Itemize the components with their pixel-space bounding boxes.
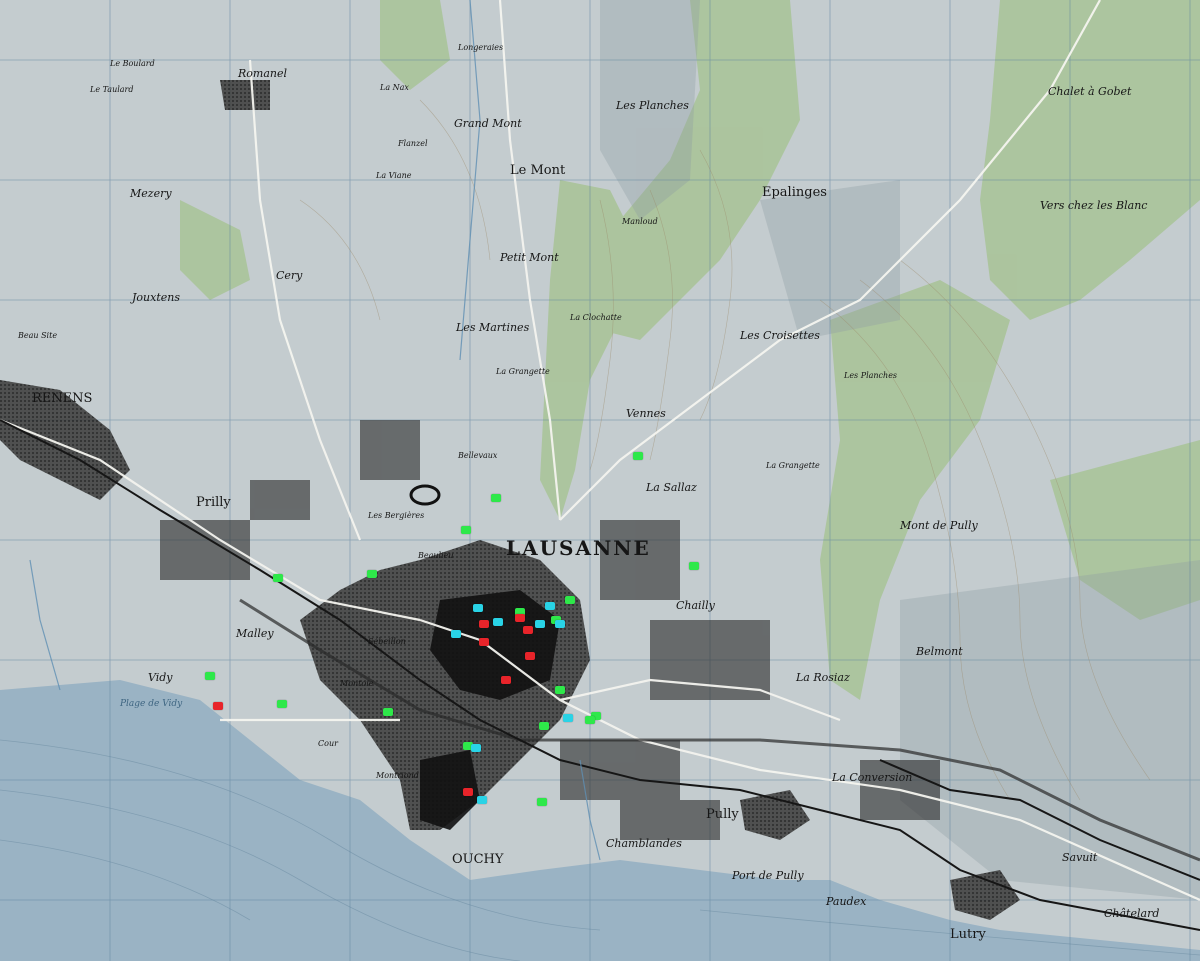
place-label-sebeillon: Sébeillon bbox=[368, 637, 406, 646]
place-label-renens: RENENS bbox=[32, 391, 93, 406]
place-label-longeraies: Longeraies bbox=[458, 43, 504, 52]
place-label-lutry: Lutry bbox=[950, 927, 986, 942]
place-label-les-martines: Les Martines bbox=[456, 321, 530, 334]
place-label-vennes: Vennes bbox=[626, 407, 666, 420]
map-marker[interactable] bbox=[537, 798, 547, 806]
map-marker[interactable] bbox=[493, 618, 503, 626]
place-label-plage-de-vidy: Plage de Vidy bbox=[120, 699, 183, 709]
place-label-port-de-pully: Port de Pully bbox=[732, 869, 804, 882]
place-label-la-nax: La Nax bbox=[380, 83, 409, 92]
place-label-la-viane: La Viane bbox=[376, 171, 412, 180]
map-marker[interactable] bbox=[273, 574, 283, 582]
place-label-cour: Cour bbox=[318, 739, 338, 748]
place-label-chamblandes: Chamblandes bbox=[606, 837, 682, 850]
place-label-la-grangette-east: La Grangette bbox=[766, 461, 820, 470]
map-marker[interactable] bbox=[535, 620, 545, 628]
place-label-beau-site: Beau Site bbox=[18, 331, 58, 340]
place-label-chailly: Chailly bbox=[676, 599, 715, 612]
place-label-la-rosiaz: La Rosiaz bbox=[796, 671, 850, 684]
place-label-le-taulard: Le Taulard bbox=[90, 85, 134, 94]
map-marker[interactable] bbox=[471, 744, 481, 752]
place-label-montriond: Montriond bbox=[376, 771, 419, 780]
map-marker[interactable] bbox=[479, 638, 489, 646]
place-label-chatelard: Châtelard bbox=[1104, 907, 1160, 920]
place-label-savuit: Savuit bbox=[1062, 851, 1098, 864]
place-label-petit-mont: Petit Mont bbox=[500, 251, 559, 264]
map-marker[interactable] bbox=[545, 602, 555, 610]
map-marker[interactable] bbox=[383, 708, 393, 716]
map-marker[interactable] bbox=[491, 494, 501, 502]
place-label-vidy: Vidy bbox=[148, 671, 173, 684]
place-label-prilly: Prilly bbox=[196, 495, 231, 510]
map-marker[interactable] bbox=[463, 788, 473, 796]
map-marker[interactable] bbox=[555, 620, 565, 628]
place-label-la-clochatte: La Clochatte bbox=[570, 313, 622, 322]
place-label-malley: Malley bbox=[236, 627, 274, 640]
place-label-les-planches-east: Les Planches bbox=[844, 371, 898, 380]
map-marker[interactable] bbox=[515, 614, 525, 622]
map-marker[interactable] bbox=[277, 700, 287, 708]
place-label-la-sallaz: La Sallaz bbox=[646, 481, 697, 494]
place-label-les-croisettes: Les Croisettes bbox=[740, 329, 820, 342]
place-label-mont-de-pully: Mont de Pully bbox=[900, 519, 978, 532]
map-marker[interactable] bbox=[539, 722, 549, 730]
place-label-montoie: Montoie bbox=[340, 679, 374, 688]
map-marker[interactable] bbox=[633, 452, 643, 460]
place-label-epalinges: Epalinges bbox=[762, 185, 827, 200]
place-label-jouxtens: Jouxtens bbox=[132, 291, 180, 304]
map-base-layer bbox=[0, 0, 1200, 961]
place-label-romanel: Romanel bbox=[238, 67, 288, 80]
place-label-la-conversion: La Conversion bbox=[832, 771, 913, 784]
map-marker[interactable] bbox=[501, 676, 511, 684]
map-marker[interactable] bbox=[461, 526, 471, 534]
place-label-paudex: Paudex bbox=[826, 895, 867, 908]
map-marker[interactable] bbox=[555, 686, 565, 694]
place-label-les-bergieres: Les Bergières bbox=[368, 511, 425, 520]
place-label-beaulieu: Beaulieu bbox=[418, 551, 454, 560]
map-marker[interactable] bbox=[689, 562, 699, 570]
place-label-lausanne: LAUSANNE bbox=[506, 536, 651, 560]
map-marker[interactable] bbox=[585, 716, 595, 724]
map-marker[interactable] bbox=[525, 652, 535, 660]
map-marker[interactable] bbox=[451, 630, 461, 638]
place-label-cery: Cery bbox=[276, 269, 303, 282]
place-label-ouchy: OUCHY bbox=[452, 852, 504, 867]
map-marker[interactable] bbox=[367, 570, 377, 578]
place-label-mezery: Mezery bbox=[130, 187, 172, 200]
map-marker[interactable] bbox=[473, 604, 483, 612]
map-marker[interactable] bbox=[565, 596, 575, 604]
map-marker[interactable] bbox=[213, 702, 223, 710]
place-label-la-grangette: La Grangette bbox=[496, 367, 550, 376]
place-label-le-boulard: Le Boulard bbox=[110, 59, 155, 68]
map-marker[interactable] bbox=[523, 626, 533, 634]
place-label-manloud: Manloud bbox=[622, 217, 658, 226]
place-label-belmont: Belmont bbox=[916, 645, 963, 658]
place-label-le-mont: Le Mont bbox=[510, 163, 566, 178]
place-label-flanzel: Flanzel bbox=[398, 139, 428, 148]
place-label-vers-chez-les-blanc: Vers chez les Blanc bbox=[1040, 199, 1148, 212]
map-marker[interactable] bbox=[477, 796, 487, 804]
map-marker[interactable] bbox=[205, 672, 215, 680]
place-label-pully: Pully bbox=[706, 807, 739, 822]
place-label-bellevaux: Bellevaux bbox=[458, 451, 498, 460]
place-label-grand-mont: Grand Mont bbox=[454, 117, 522, 130]
map-marker[interactable] bbox=[479, 620, 489, 628]
place-label-les-planches: Les Planches bbox=[616, 99, 689, 112]
topographic-map[interactable]: LAUSANNE RENENS Prilly Pully OUCHY Lutry Le Mo… bbox=[0, 0, 1200, 961]
map-marker[interactable] bbox=[563, 714, 573, 722]
place-label-chalet-a-gobet: Chalet à Gobet bbox=[1048, 85, 1132, 98]
